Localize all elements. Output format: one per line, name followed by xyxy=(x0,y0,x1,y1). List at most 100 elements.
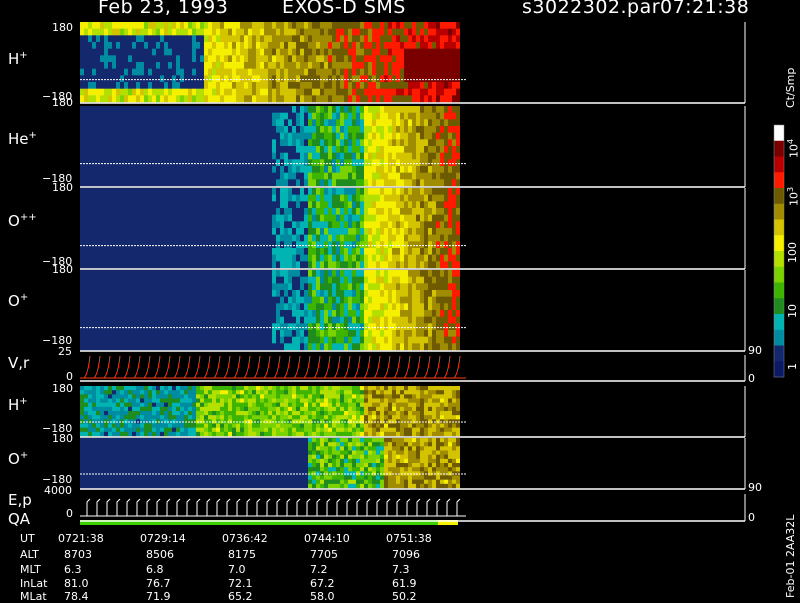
heatmap-cell xyxy=(364,297,368,304)
heatmap-cell xyxy=(388,89,392,96)
heatmap-cell xyxy=(304,106,308,113)
heatmap-cell xyxy=(196,343,200,350)
heatmap-cell xyxy=(276,221,280,228)
heatmap-cell xyxy=(456,208,460,215)
heatmap-cell xyxy=(164,403,168,407)
heatmap-cell xyxy=(132,432,136,436)
heatmap-cell xyxy=(200,133,204,140)
heatmap-cell xyxy=(412,188,416,195)
heatmap-cell xyxy=(380,89,384,96)
heatmap-cell xyxy=(100,221,104,228)
heatmap-cell xyxy=(180,201,184,208)
heatmap-cell xyxy=(340,126,344,133)
heatmap-cell xyxy=(452,153,456,160)
heatmap-cell xyxy=(208,159,212,166)
heatmap-cell xyxy=(244,153,248,160)
heatmap-cell xyxy=(152,283,156,290)
heatmap-cell xyxy=(284,82,288,89)
heatmap-cell xyxy=(344,303,348,310)
heatmap-cell xyxy=(396,126,400,133)
heatmap-cell xyxy=(424,255,428,262)
heatmap-cell xyxy=(100,146,104,153)
heatmap-cell xyxy=(344,153,348,160)
heatmap-cell xyxy=(328,139,332,146)
heatmap-cell xyxy=(452,173,456,180)
heatmap-cell xyxy=(208,277,212,284)
heatmap-cell xyxy=(420,139,424,146)
heatmap-cell xyxy=(372,126,376,133)
heatmap-cell xyxy=(328,330,332,337)
heatmap-cell xyxy=(332,215,336,222)
heatmap-cell xyxy=(296,126,300,133)
heatmap-cell xyxy=(204,228,208,235)
heatmap-cell xyxy=(228,119,232,126)
heatmap-cell xyxy=(340,270,344,277)
heatmap-cell xyxy=(428,173,432,180)
heatmap-cell xyxy=(152,166,156,173)
heatmap-cell xyxy=(440,317,444,324)
heatmap-cell xyxy=(324,248,328,255)
heatmap-cell xyxy=(384,255,388,262)
heatmap-cell xyxy=(168,126,172,133)
heatmap-cell xyxy=(376,62,380,69)
heatmap-cell xyxy=(280,215,284,222)
heatmap-cell xyxy=(396,62,400,69)
heatmap-cell xyxy=(144,411,148,415)
heatmap-cell xyxy=(296,290,300,297)
heatmap-cell xyxy=(452,188,456,195)
heatmap-cell xyxy=(288,69,292,76)
heatmap-cell xyxy=(284,89,288,96)
heatmap-cell xyxy=(120,119,124,126)
heatmap-cell xyxy=(288,248,292,255)
heatmap-cell xyxy=(216,248,220,255)
heatmap-cell xyxy=(104,146,108,153)
heatmap-cell xyxy=(232,139,236,146)
heatmap-cell xyxy=(284,297,288,304)
heatmap-cell xyxy=(156,330,160,337)
heatmap-cell xyxy=(336,317,340,324)
heatmap-cell xyxy=(172,261,176,268)
heatmap-cell xyxy=(320,42,324,49)
heatmap-cell xyxy=(156,407,160,411)
heatmap-cell xyxy=(348,290,352,297)
heatmap-cell xyxy=(444,235,448,242)
heatmap-cell xyxy=(220,303,224,310)
heatmap-cell xyxy=(148,153,152,160)
heatmap-cell xyxy=(96,297,100,304)
heatmap-cell xyxy=(80,386,84,390)
heatmap-cell xyxy=(360,337,364,344)
heatmap-cell xyxy=(308,343,312,350)
heatmap-cell xyxy=(112,159,116,166)
heatmap-cell xyxy=(128,317,132,324)
heatmap-cell xyxy=(88,75,92,82)
heatmap-cell xyxy=(120,330,124,337)
heatmap-cell xyxy=(232,297,236,304)
heatmap-cell xyxy=(108,411,112,415)
heatmap-cell xyxy=(356,69,360,76)
heatmap-cell xyxy=(380,55,384,62)
heatmap-cell xyxy=(408,22,412,29)
heatmap-cell xyxy=(356,139,360,146)
heatmap-cell xyxy=(320,215,324,222)
heatmap-cell xyxy=(396,153,400,160)
heatmap-cell xyxy=(272,261,276,268)
heatmap-cell xyxy=(140,290,144,297)
heatmap-cell xyxy=(264,261,268,268)
heatmap-cell xyxy=(336,82,340,89)
heatmap-cell xyxy=(152,394,156,398)
heatmap-cell xyxy=(228,195,232,202)
heatmap-cell xyxy=(380,317,384,324)
heatmap-cell xyxy=(176,62,180,69)
heatmap-cell xyxy=(124,113,128,120)
heatmap-cell xyxy=(236,179,240,186)
heatmap-cell xyxy=(144,221,148,228)
heatmap-cell xyxy=(432,119,436,126)
heatmap-cell xyxy=(108,69,112,76)
heatmap-cell xyxy=(208,126,212,133)
heatmap-cell xyxy=(220,95,224,102)
heatmap-cell xyxy=(356,235,360,242)
heatmap-cell xyxy=(88,277,92,284)
heatmap-cell xyxy=(424,323,428,330)
heatmap-cell xyxy=(168,403,172,407)
heatmap-cell xyxy=(420,201,424,208)
